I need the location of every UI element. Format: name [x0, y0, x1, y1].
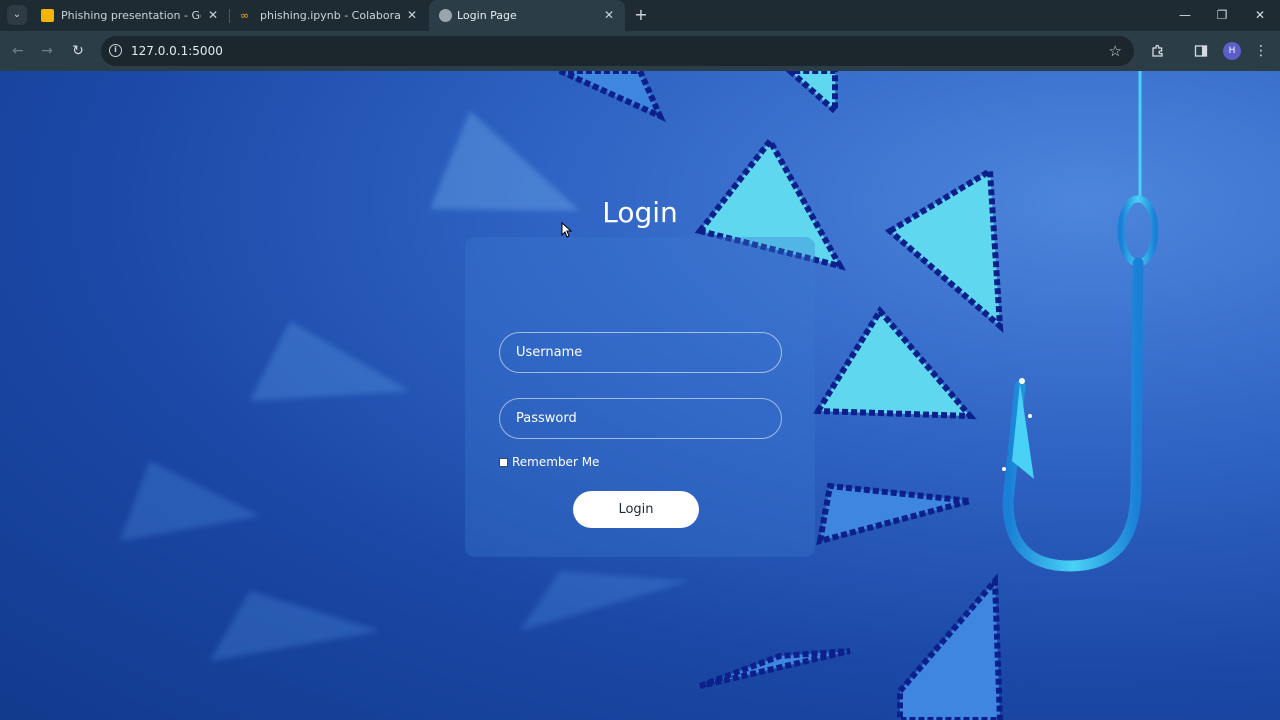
- tab-title: Phishing presentation - Google: [61, 9, 201, 22]
- menu-button[interactable]: ⋮: [1250, 40, 1272, 62]
- browser-toolbar: ← → ↻ i 127.0.0.1:5000 ☆ ⋮: [0, 31, 1280, 71]
- plus-icon: +: [634, 5, 648, 24]
- globe-icon: [439, 9, 452, 22]
- side-panel-button[interactable]: [1190, 40, 1212, 62]
- restore-icon: ❐: [1216, 8, 1228, 22]
- info-icon[interactable]: i: [109, 44, 122, 57]
- minimize-icon: —: [1179, 8, 1191, 22]
- tab-search-button[interactable]: ⌄: [7, 5, 27, 25]
- avatar[interactable]: H: [1223, 42, 1241, 60]
- tab-title: Login Page: [457, 9, 517, 22]
- remember-me-row[interactable]: Remember Me: [499, 455, 599, 469]
- puzzle-icon: [1152, 44, 1163, 57]
- password-input[interactable]: [499, 398, 782, 439]
- chevron-down-icon: ⌄: [12, 9, 22, 20]
- remember-me-checkbox[interactable]: [499, 457, 508, 467]
- tab-colaboratory[interactable]: ∞ phishing.ipynb - Colaboratory ✕: [230, 0, 426, 31]
- arrow-right-icon: →: [41, 43, 53, 59]
- close-window-button[interactable]: ✕: [1241, 0, 1279, 31]
- google-slides-icon: [41, 9, 54, 22]
- login-title: Login: [602, 196, 678, 229]
- fishing-hook-illustration: [1002, 71, 1159, 572]
- star-icon[interactable]: ☆: [1109, 36, 1122, 66]
- mouse-cursor-icon: [561, 222, 573, 238]
- reload-icon: ↻: [72, 43, 84, 59]
- minimize-button[interactable]: —: [1166, 0, 1204, 31]
- forward-button[interactable]: →: [36, 40, 58, 62]
- remember-me-label: Remember Me: [512, 455, 600, 469]
- login-button[interactable]: Login: [573, 491, 699, 528]
- address-bar[interactable]: i 127.0.0.1:5000 ☆: [101, 36, 1134, 66]
- restore-button[interactable]: ❐: [1203, 0, 1241, 31]
- extensions-button[interactable]: [1147, 40, 1169, 62]
- address-url[interactable]: 127.0.0.1:5000: [131, 36, 223, 66]
- back-button[interactable]: ←: [7, 40, 29, 62]
- username-input[interactable]: [499, 332, 782, 373]
- close-icon: ✕: [1254, 8, 1266, 22]
- colab-icon: ∞: [240, 9, 250, 22]
- tab-strip: ⌄ Phishing presentation - Google ✕ ∞ phi…: [0, 0, 1280, 31]
- new-tab-button[interactable]: +: [632, 4, 650, 26]
- tab-login-page[interactable]: Login Page ✕: [429, 0, 625, 31]
- kebab-menu-icon: ⋮: [1254, 43, 1268, 59]
- tab-title: phishing.ipynb - Colaboratory: [260, 9, 400, 22]
- close-icon[interactable]: ✕: [206, 0, 220, 31]
- side-panel-icon: [1194, 45, 1208, 57]
- login-page: [0, 71, 1280, 720]
- close-icon[interactable]: ✕: [602, 0, 616, 31]
- arrow-left-icon: ←: [12, 43, 24, 59]
- close-icon[interactable]: ✕: [405, 0, 419, 31]
- tab-phishing-presentation[interactable]: Phishing presentation - Google ✕: [31, 0, 227, 31]
- reload-button[interactable]: ↻: [67, 40, 89, 62]
